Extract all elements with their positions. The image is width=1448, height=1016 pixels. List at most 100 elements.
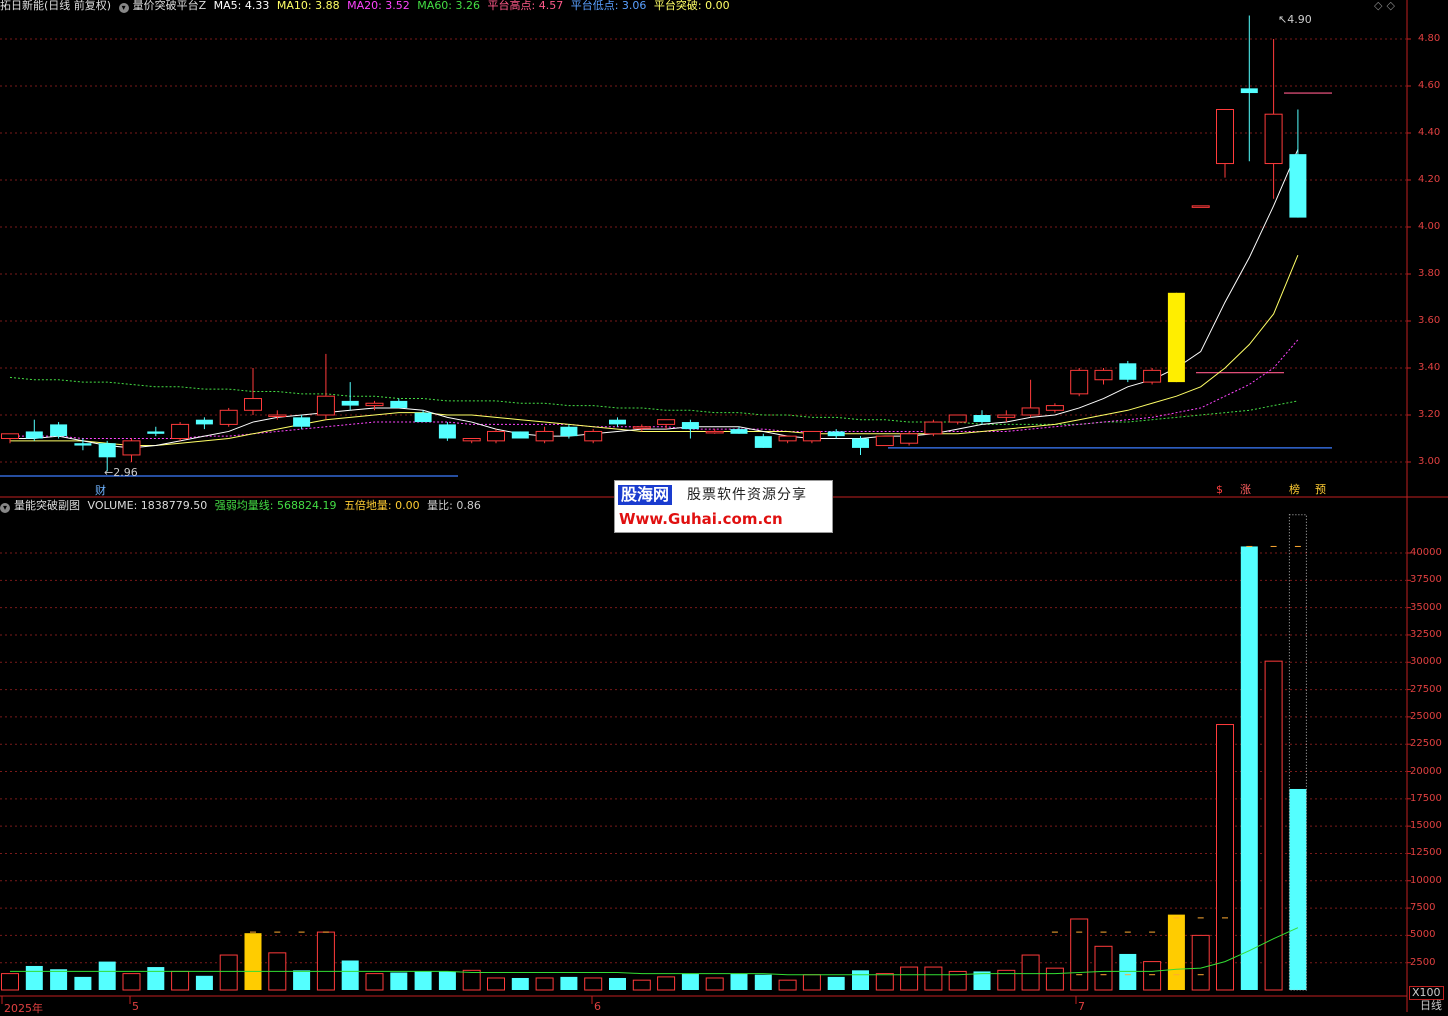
volume-tick-label: 12500 xyxy=(1410,847,1442,859)
volume-bar xyxy=(657,976,676,991)
finance-marker[interactable]: 财 xyxy=(95,482,106,498)
volume-bar xyxy=(827,976,845,990)
volume-tick-label: 25000 xyxy=(1410,710,1442,722)
volume-bar xyxy=(219,954,238,991)
volume-bar xyxy=(438,971,456,990)
volume-bar xyxy=(1289,788,1307,990)
candle-body xyxy=(584,430,603,442)
volume-bar xyxy=(802,974,821,991)
candle-body xyxy=(1240,88,1258,94)
volume-bar xyxy=(293,970,311,990)
dollar-marker[interactable]: $ xyxy=(1216,484,1223,496)
candle-body xyxy=(122,440,141,456)
volume-tick-label: 2500 xyxy=(1410,956,1436,968)
candle-body xyxy=(778,435,797,442)
candle-body xyxy=(1070,369,1089,395)
candle-body xyxy=(268,414,287,417)
candle-body xyxy=(341,400,359,406)
watermark-url: Www.Guhai.com.cn xyxy=(619,510,783,528)
volume-tick-label: 40000 xyxy=(1410,547,1442,558)
price-tick-label: 3.40 xyxy=(1418,362,1441,373)
candle-body xyxy=(1143,369,1162,383)
volume-bar xyxy=(147,967,165,990)
candle-body xyxy=(98,443,116,458)
price-tick-label: 4.20 xyxy=(1418,174,1441,185)
candle-body xyxy=(316,395,335,416)
price-tick-label: 4.80 xyxy=(1418,33,1441,44)
volume-bar xyxy=(778,979,797,991)
candle-body xyxy=(487,430,505,442)
candle-body xyxy=(414,412,432,423)
volume-bar xyxy=(462,969,481,991)
candle-body xyxy=(511,431,529,439)
volume-bar xyxy=(316,931,335,991)
candle-body xyxy=(705,430,724,434)
volume-bar xyxy=(1143,961,1162,991)
candle-body xyxy=(195,419,213,425)
volume-bar xyxy=(244,933,262,990)
volume-bar xyxy=(609,977,626,990)
volume-tick-label: 15000 xyxy=(1410,820,1442,832)
price-tick-label: 4.40 xyxy=(1418,127,1441,138)
candle-body xyxy=(293,417,311,427)
date-tick-label: 7 xyxy=(1078,1000,1085,1013)
price-tick-label: 4.60 xyxy=(1418,80,1441,91)
volume-bar xyxy=(730,973,748,990)
volume-bar xyxy=(50,969,68,990)
date-tick-label: 2025年 xyxy=(4,1002,43,1015)
volume-bar xyxy=(1,973,19,991)
volume-bar xyxy=(1240,546,1258,990)
candle-body xyxy=(852,438,869,448)
ma10-line xyxy=(10,255,1299,447)
volume-bar xyxy=(122,973,141,991)
volume-bar xyxy=(1021,954,1040,991)
volume-bar xyxy=(1094,945,1113,991)
volume-tick-label: 7500 xyxy=(1410,902,1436,914)
candle-body xyxy=(1119,363,1137,380)
volume-tick-label: 35000 xyxy=(1410,601,1442,613)
candle-body xyxy=(681,422,699,430)
candle-body xyxy=(1191,205,1210,208)
price-tick-label: 3.60 xyxy=(1418,315,1441,326)
candle-body xyxy=(560,426,578,437)
volume-tick-label: 32500 xyxy=(1410,628,1442,640)
date-tick-label: 5 xyxy=(132,1000,139,1013)
watermark-slogan: 股票软件资源分享 xyxy=(687,487,807,503)
volume-tick-label: 27500 xyxy=(1410,683,1442,695)
volume-bar xyxy=(1191,934,1210,991)
candle-body xyxy=(390,400,408,408)
forecast-marker[interactable]: 预 xyxy=(1315,484,1326,496)
price-tick-label: 3.80 xyxy=(1418,268,1441,279)
rank-marker[interactable]: 榜 xyxy=(1289,484,1300,496)
candle-body xyxy=(50,424,68,437)
volume-bar xyxy=(1119,953,1137,990)
candle-body xyxy=(997,414,1016,418)
volume-bar xyxy=(511,977,529,990)
volume-bar xyxy=(98,961,116,990)
volume-bar xyxy=(1167,914,1185,990)
candle-body xyxy=(900,433,919,444)
volume-tick-label: 5000 xyxy=(1410,929,1436,941)
volume-bar xyxy=(195,975,213,990)
limit-up-marker[interactable]: 涨 xyxy=(1240,484,1251,496)
volume-bar xyxy=(487,977,505,991)
candle-body xyxy=(74,443,92,446)
candle-body xyxy=(632,426,651,429)
candle-body xyxy=(1289,154,1307,218)
volume-tick-label: 37500 xyxy=(1410,574,1442,586)
date-tick-label: 6 xyxy=(594,1000,601,1013)
ma5-line xyxy=(10,149,1299,449)
period-label[interactable]: 日线 xyxy=(1420,1000,1442,1012)
candle-body xyxy=(924,421,943,435)
candle-body xyxy=(1216,109,1234,165)
candle-body xyxy=(365,402,384,407)
candle-body xyxy=(535,430,554,442)
volume-bar xyxy=(852,970,869,990)
volume-bar xyxy=(754,974,772,990)
volume-tick-label: 17500 xyxy=(1410,792,1442,804)
candle-body xyxy=(875,435,894,447)
volume-bar xyxy=(632,979,651,991)
volume-bar xyxy=(1216,724,1234,991)
volume-bar xyxy=(390,972,408,990)
candle-body xyxy=(171,423,190,439)
